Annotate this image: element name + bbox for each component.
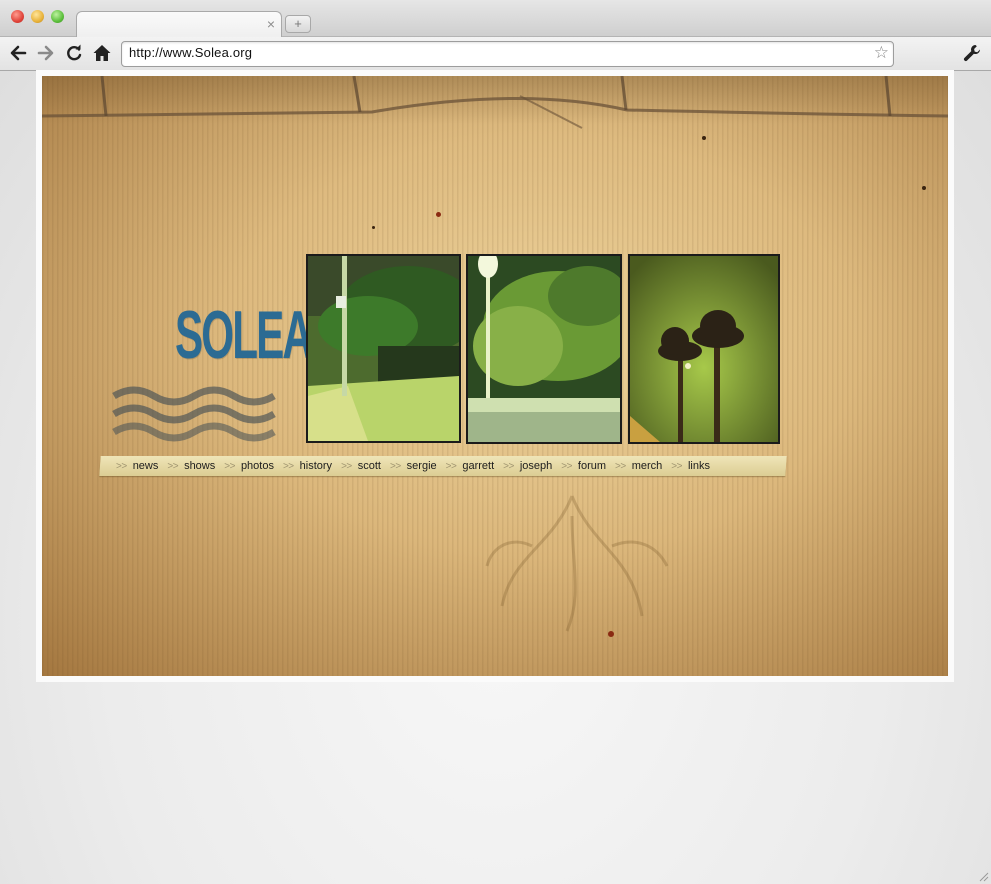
browser-tabstrip: × +: [0, 0, 991, 38]
stain-mark: [372, 226, 375, 229]
url-text[interactable]: http://www.Solea.org: [129, 45, 252, 60]
browser-tab[interactable]: ×: [76, 11, 282, 38]
floral-etching: [485, 495, 669, 632]
resize-grip-icon[interactable]: [977, 870, 989, 882]
reload-button[interactable]: [64, 43, 84, 63]
tab-close-icon[interactable]: ×: [267, 16, 275, 32]
arrow-right-icon: [37, 45, 54, 61]
nav-separator: >>: [503, 460, 514, 472]
wrench-icon[interactable]: [962, 43, 982, 63]
photo-palm-trees[interactable]: [628, 254, 780, 444]
close-window-button[interactable]: [11, 10, 24, 23]
nav-link-links[interactable]: links: [688, 460, 710, 472]
nav-link-scott[interactable]: scott: [358, 460, 381, 472]
nav-separator: >>: [167, 460, 179, 472]
home-button[interactable]: [92, 43, 112, 63]
nav-link-forum[interactable]: forum: [578, 460, 606, 472]
back-button[interactable]: [8, 43, 28, 63]
photo-street-night[interactable]: [306, 254, 461, 443]
nav-separator: >>: [389, 460, 401, 472]
stain-mark: [922, 186, 926, 190]
twine-graphic: [42, 76, 948, 129]
site-logo[interactable]: SOLEA: [175, 290, 313, 380]
nav-link-sergie[interactable]: sergie: [407, 460, 437, 472]
forward-button[interactable]: [36, 43, 56, 63]
nav-separator: >>: [561, 460, 572, 472]
nav-separator: >>: [615, 460, 626, 472]
nav-link-garrett[interactable]: garrett: [462, 460, 494, 472]
star-icon[interactable]: ☆: [874, 43, 889, 63]
nav-separator: >>: [671, 460, 682, 472]
cardboard-background: SOLEA: [42, 76, 948, 676]
nav-link-shows[interactable]: shows: [184, 460, 215, 472]
nav-separator: >>: [116, 460, 127, 472]
photo-streetlight-trees[interactable]: [466, 254, 622, 444]
waves-stamp: [112, 386, 276, 442]
home-icon: [93, 45, 111, 61]
nav-link-photos[interactable]: photos: [241, 460, 274, 472]
nav-separator: >>: [445, 460, 457, 472]
nav-separator: >>: [224, 460, 235, 472]
nav-link-joseph[interactable]: joseph: [520, 460, 552, 472]
new-tab-button[interactable]: +: [285, 15, 311, 33]
nav-link-news[interactable]: news: [133, 460, 159, 472]
nav-separator: >>: [282, 460, 294, 472]
nav-separator: >>: [341, 460, 352, 472]
minimize-window-button[interactable]: [31, 10, 44, 23]
stain-mark: [436, 212, 441, 217]
arrow-left-icon: [10, 45, 27, 61]
zoom-window-button[interactable]: [51, 10, 64, 23]
address-bar[interactable]: http://www.Solea.org ☆: [121, 41, 894, 67]
site-nav: >> news >> shows >> photos >> history >> scott >> s…: [116, 457, 719, 475]
reload-icon: [67, 44, 82, 61]
nav-link-history[interactable]: history: [300, 460, 332, 472]
nav-link-merch[interactable]: merch: [632, 460, 663, 472]
